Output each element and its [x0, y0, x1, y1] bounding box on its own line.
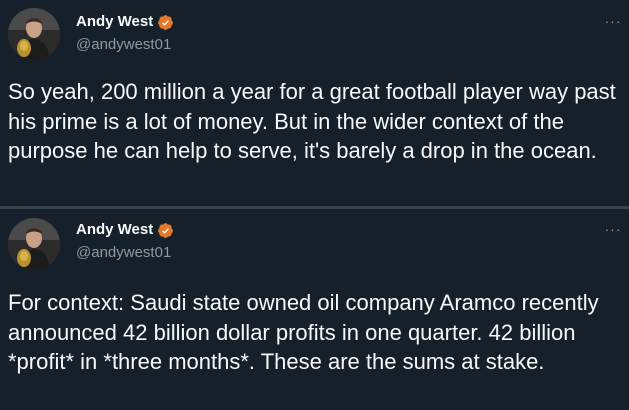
author-name-row[interactable]: Andy West [76, 221, 174, 239]
avatar[interactable] [8, 8, 60, 60]
avatar-image [8, 218, 60, 270]
tweet-text: For context: Saudi state owned oil compa… [8, 290, 599, 374]
tweet-text: So yeah, 200 million a year for a great … [8, 79, 616, 163]
author-handle[interactable]: @andywest01 [76, 244, 171, 262]
more-horizontal-icon[interactable]: ··· [603, 222, 623, 238]
verified-badge-icon [157, 222, 174, 239]
author-display-name[interactable]: Andy West [76, 221, 153, 239]
author-display-name[interactable]: Andy West [76, 13, 153, 31]
tweet[interactable]: Andy West @andywest01 ··· So yeah, 200 m… [0, 0, 629, 207]
avatar[interactable] [8, 218, 60, 270]
author-handle[interactable]: @andywest01 [76, 36, 171, 54]
author-name-row[interactable]: Andy West [76, 13, 174, 31]
avatar-image [8, 8, 60, 60]
more-horizontal-icon[interactable]: ··· [603, 14, 623, 30]
verified-badge-icon [157, 14, 174, 31]
tweet[interactable]: Andy West @andywest01 ··· For context: S… [0, 207, 629, 410]
